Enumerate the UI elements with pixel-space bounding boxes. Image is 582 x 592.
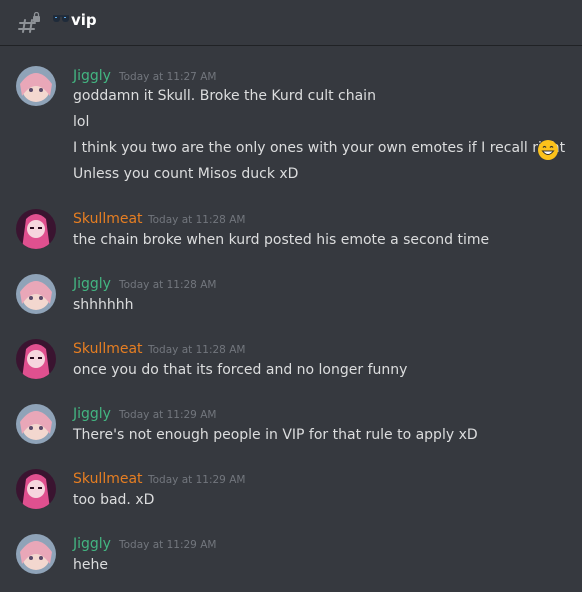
message-text: goddamn it Skull. Broke the Kurd cult ch… [73,88,376,104]
author-name[interactable]: Jiggly [73,535,111,553]
avatar[interactable] [16,404,56,444]
message-text: too bad. xD [73,492,155,508]
message-list: Jiggly Today at 11:27 AM goddamn it Skul… [0,46,582,592]
message-text: shhhhhh [73,297,134,313]
sunglasses-icon [53,15,69,22]
author-name[interactable]: Jiggly [73,67,111,85]
message-text: lol [73,114,90,130]
author-name[interactable]: Jiggly [73,275,111,293]
avatar[interactable] [16,209,56,249]
channel-header: vip [0,0,582,46]
message-text: Unless you count Misos duck xD [73,166,299,182]
author-name[interactable]: Skullmeat [73,470,143,488]
grinning-face-icon [538,140,558,160]
timestamp: Today at 11:27 AM [119,71,217,83]
timestamp: Today at 11:28 AM [119,279,217,291]
timestamp: Today at 11:29 AM [148,474,246,486]
avatar[interactable] [16,66,56,106]
message-text: I think you two are the only ones with y… [73,140,566,156]
author-name[interactable]: Skullmeat [73,210,143,228]
locked-hash-icon [18,12,40,33]
message-text: There's not enough people in VIP for tha… [73,427,478,443]
channel-name: vip [71,11,97,29]
author-name[interactable]: Jiggly [73,405,111,423]
avatar[interactable] [16,534,56,574]
timestamp: Today at 11:28 AM [148,214,246,226]
author-name[interactable]: Skullmeat [73,340,143,358]
timestamp: Today at 11:29 AM [119,539,217,551]
avatar[interactable] [16,469,56,509]
message-text: once you do that its forced and no longe… [73,362,408,378]
message-text: hehe [73,557,108,573]
message-text: the chain broke when kurd posted his emo… [73,232,490,248]
timestamp: Today at 11:28 AM [148,344,246,356]
avatar[interactable] [16,339,56,379]
avatar[interactable] [16,274,56,314]
timestamp: Today at 11:29 AM [119,409,217,421]
